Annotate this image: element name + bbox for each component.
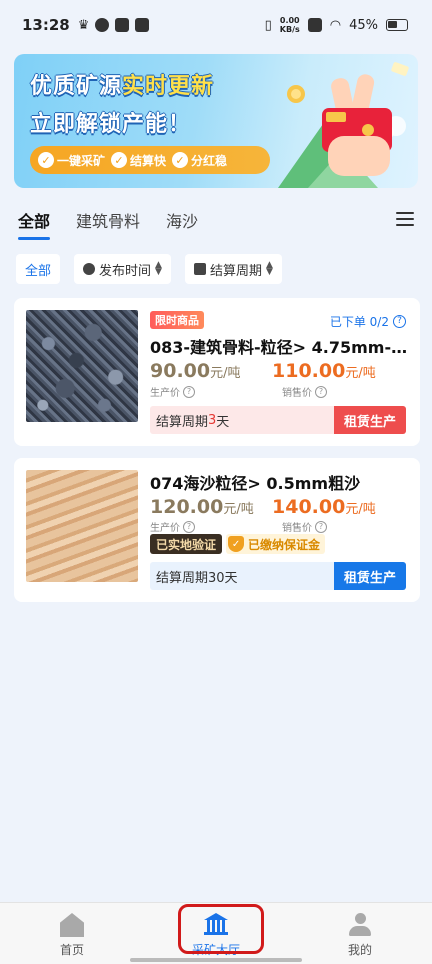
product-card[interactable]: 限时商品 已下单 0/2 ? 083-建筑骨料-粒径> 4.75mm-… 90.… bbox=[14, 298, 420, 446]
check-icon: ✓ bbox=[38, 152, 54, 168]
netspeed-value: 0.00 bbox=[279, 16, 300, 25]
filter-all-label: 全部 bbox=[25, 263, 52, 279]
status-right: ▯ 0.00 KB/s ◠ 45% bbox=[265, 16, 408, 34]
notification-icons: ♛ bbox=[78, 18, 150, 33]
deposit-tag: ✓ 已缴纳保证金 bbox=[226, 534, 326, 554]
help-icon[interactable]: ? bbox=[315, 385, 327, 398]
banner-pill: ✓ 分红稳 bbox=[172, 152, 227, 169]
battery-text: 45% bbox=[349, 17, 378, 33]
ordered-count: 已下单 0/2 ? bbox=[330, 313, 406, 330]
sale-price: 140.00元/吨 bbox=[272, 496, 376, 518]
product-title: 074海沙粒径> 0.5mm粗沙 bbox=[150, 474, 361, 493]
filter-settle-cycle-label: 结算周期 bbox=[209, 263, 262, 279]
vibrate-icon: ▯ bbox=[264, 17, 272, 33]
mail-icon bbox=[115, 18, 130, 32]
limited-badge: 限时商品 bbox=[150, 311, 204, 329]
home-indicator bbox=[130, 958, 302, 962]
status-time: 13:28 bbox=[22, 16, 70, 34]
help-icon[interactable]: ? bbox=[183, 385, 195, 398]
production-price-label: 生产价? bbox=[150, 519, 195, 534]
settle-cycle-bar: 结算周期30天 租赁生产 bbox=[150, 562, 406, 590]
nav-home[interactable]: 首页 bbox=[0, 903, 144, 964]
promo-banner[interactable]: 优质矿源实时更新 立即解锁产能！ ✓ 一键采矿 ✓ 结算快 ✓ 分红稳 bbox=[14, 54, 418, 188]
clock-icon bbox=[83, 263, 96, 275]
rent-production-button[interactable]: 租赁生产 bbox=[334, 406, 406, 434]
product-image-sand bbox=[26, 470, 138, 582]
battery-icon bbox=[386, 19, 408, 31]
home-icon bbox=[60, 913, 84, 937]
product-card[interactable]: 074海沙粒径> 0.5mm粗沙 120.00元/吨 140.00元/吨 生产价… bbox=[14, 458, 420, 602]
product-image-gravel bbox=[26, 310, 138, 422]
status-bar: 13:28 ♛ ▯ 0.00 KB/s ◠ 45% bbox=[0, 0, 432, 50]
filter-publish-time[interactable]: 发布时间 ▲ ▼ bbox=[74, 254, 171, 284]
ordered-text: 已下单 0/2 bbox=[329, 315, 389, 329]
banner-title-line1: 优质矿源实时更新 bbox=[30, 74, 215, 99]
nav-home-label: 首页 bbox=[59, 943, 84, 957]
verified-tag: 已实地验证 bbox=[150, 534, 223, 554]
crown-icon: ♛ bbox=[77, 17, 90, 33]
check-icon: ✓ bbox=[172, 152, 189, 168]
rent-production-button[interactable]: 租赁生产 bbox=[334, 562, 406, 590]
help-icon[interactable]: ? bbox=[183, 520, 195, 533]
product-title: 083-建筑骨料-粒径> 4.75mm-… bbox=[150, 338, 408, 357]
settle-cycle-bar: 结算周期 3 天 租赁生产 bbox=[150, 406, 406, 434]
help-icon[interactable]: ? bbox=[393, 315, 406, 328]
calendar-icon bbox=[193, 263, 206, 275]
sale-price-label: 销售价? bbox=[282, 384, 327, 399]
app-store-icon bbox=[135, 18, 150, 32]
shield-icon: ✓ bbox=[228, 536, 245, 552]
production-price: 90.00元/吨 bbox=[150, 360, 241, 382]
filter-publish-time-label: 发布时间 bbox=[99, 263, 152, 279]
verification-tags: 已实地验证 ✓ 已缴纳保证金 bbox=[150, 534, 326, 554]
menu-icon[interactable] bbox=[396, 212, 414, 226]
banner-pill: ✓ 结算快 bbox=[111, 152, 166, 169]
filter-all[interactable]: 全部 bbox=[16, 254, 61, 284]
netspeed-unit: KB/s bbox=[279, 25, 300, 34]
banner-title-line2: 立即解锁产能！ bbox=[30, 112, 192, 137]
check-icon: ✓ bbox=[111, 152, 128, 168]
banner-pill: ✓ 一键采矿 bbox=[38, 152, 105, 169]
wifi-icon: ◠ bbox=[329, 17, 342, 33]
sort-icon: ▲ ▼ bbox=[155, 260, 162, 277]
sim-icon bbox=[307, 18, 322, 32]
banner-feature-pills: ✓ 一键采矿 ✓ 结算快 ✓ 分红稳 bbox=[30, 146, 270, 174]
production-price-label: 生产价? bbox=[150, 384, 195, 399]
tab-construction-aggregate[interactable]: 建筑骨料 bbox=[76, 208, 140, 240]
netspeed: 0.00 KB/s bbox=[280, 16, 300, 34]
user-icon bbox=[348, 913, 372, 937]
nav-profile[interactable]: 我的 bbox=[288, 903, 432, 964]
hand-card-illustration bbox=[278, 62, 409, 188]
sale-price-label: 销售价? bbox=[282, 519, 327, 534]
filter-settle-cycle[interactable]: 结算周期 ▲ ▼ bbox=[184, 254, 282, 284]
category-tabs: 全部 建筑骨料 海沙 bbox=[0, 200, 432, 240]
tab-all[interactable]: 全部 bbox=[18, 208, 51, 240]
tab-sea-sand[interactable]: 海沙 bbox=[166, 208, 198, 240]
sale-price: 110.00元/吨 bbox=[272, 360, 376, 382]
production-price: 120.00元/吨 bbox=[150, 496, 254, 518]
help-icon[interactable]: ? bbox=[315, 520, 327, 533]
filter-bar: 全部 发布时间 ▲ ▼ 结算周期 ▲ ▼ bbox=[16, 254, 282, 284]
sort-icon: ▲ ▼ bbox=[265, 260, 273, 277]
nav-profile-label: 我的 bbox=[347, 943, 372, 957]
highlight-annotation bbox=[178, 904, 264, 954]
app-icon bbox=[95, 18, 110, 32]
